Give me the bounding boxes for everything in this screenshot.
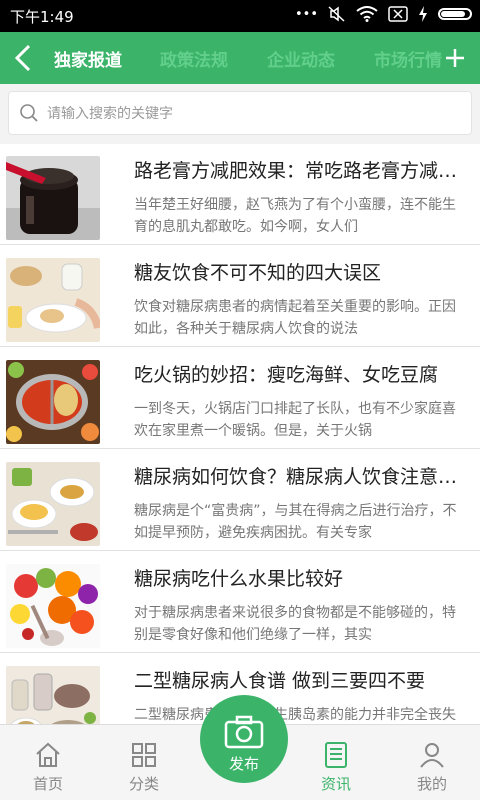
tab-home[interactable]: 首页 <box>0 725 96 801</box>
article-title: 二型糖尿病人食谱 做到三要四不要 <box>134 670 426 692</box>
article-title: 吃火锅的妙招：瘦吃海鲜、女吃豆腐 <box>134 364 439 386</box>
more-dots-icon: ••• <box>294 6 318 22</box>
tab-mine[interactable]: 我的 <box>384 725 480 801</box>
plus-icon <box>446 49 464 67</box>
article-item[interactable]: 糖尿病吃什么水果比较好 对于糖尿病患者来说很多的食物都是不能够碰的，特别是零食好… <box>0 552 480 653</box>
tab-news-label: 资讯 <box>320 775 351 793</box>
category-tabs: 独家报道 政策法规 企业动态 市场行情 <box>54 32 446 84</box>
home-icon <box>36 742 60 767</box>
article-thumbnail-breakfast <box>6 258 100 342</box>
search-input[interactable] <box>45 100 459 128</box>
tab-home-label: 首页 <box>32 775 63 793</box>
status-bar: 下午1:49 ••• <box>0 0 480 32</box>
no-sim-icon <box>388 6 408 22</box>
user-icon <box>420 743 444 768</box>
article-thumbnail-fruit <box>6 564 100 648</box>
search-box[interactable] <box>8 91 472 135</box>
grid-icon <box>132 743 156 767</box>
top-nav-bar: 独家报道 政策法规 企业动态 市场行情 <box>0 32 480 84</box>
charging-icon <box>419 6 427 22</box>
article-title: 路老膏方减肥效果：常吃路老膏方减肥效果 <box>134 160 464 182</box>
article-summary: 当年楚王好细腰，赵飞燕为了有个小蛮腰，连不能生育的息肌丸都敢吃。如今啊，女人们 <box>134 197 456 235</box>
article-item[interactable]: 糖尿病如何饮食？糖尿病人饮食注意事项 糖尿病是个“富贵病”，与其在得病之后进行治… <box>0 450 480 551</box>
tab-category[interactable]: 分类 <box>96 725 192 801</box>
article-item[interactable]: 路老膏方减肥效果：常吃路老膏方减肥效果 当年楚王好细腰，赵飞燕为了有个小蛮腰，连… <box>0 144 480 245</box>
tab-exclusive[interactable]: 独家报道 <box>54 46 122 71</box>
article-summary: 一到冬天，火锅店门口排起了长队，也有不少家庭喜欢在家里煮一个暖锅。但是，关于火锅 <box>134 401 456 439</box>
article-title: 糖友饮食不可不知的四大误区 <box>134 262 382 284</box>
article-thumbnail-meal <box>6 462 100 546</box>
article-summary: 对于糖尿病患者来说很多的食物都是不能够碰的，特别是零食好像和他们绝缘了一样，其实 <box>134 605 456 643</box>
camera-icon <box>224 715 264 749</box>
tab-news[interactable]: 资讯 <box>288 725 384 801</box>
publish-label: 发布 <box>228 755 259 773</box>
article-item[interactable]: 糖友饮食不可不知的四大误区 饮食对糖尿病患者的病情起着至关重要的影响。正因如此，… <box>0 246 480 347</box>
article-title: 糖尿病如何饮食？糖尿病人饮食注意事项 <box>134 466 464 488</box>
tab-policy[interactable]: 政策法规 <box>160 46 228 71</box>
add-tab-button[interactable] <box>440 42 470 74</box>
article-thumbnail-jar <box>6 156 100 240</box>
search-icon <box>20 104 38 122</box>
article-thumbnail-hotpot <box>6 360 100 444</box>
article-summary: 二型糖尿病患者体内产生胰岛素的能力并非完全丧失 <box>134 707 456 723</box>
status-icons: ••• <box>295 6 472 22</box>
publish-button[interactable]: 发布 <box>200 695 288 783</box>
wifi-icon <box>356 6 378 22</box>
tab-mine-label: 我的 <box>416 775 447 793</box>
article-summary: 糖尿病是个“富贵病”，与其在得病之后进行治疗，不如提早预防，避免疾病困扰。有关专… <box>134 503 457 541</box>
tab-market[interactable]: 市场行情 <box>374 46 442 71</box>
news-icon <box>325 742 347 768</box>
search-area <box>0 84 480 144</box>
mute-icon <box>328 6 345 22</box>
status-time: 下午1:49 <box>10 8 74 26</box>
chevron-left-icon <box>14 44 31 72</box>
battery-icon <box>438 8 472 20</box>
article-item[interactable]: 吃火锅的妙招：瘦吃海鲜、女吃豆腐 一到冬天，火锅店门口排起了长队，也有不少家庭喜… <box>0 348 480 449</box>
article-list: 路老膏方减肥效果：常吃路老膏方减肥效果 当年楚王好细腰，赵飞燕为了有个小蛮腰，连… <box>0 144 480 724</box>
tab-company-news[interactable]: 企业动态 <box>267 46 335 71</box>
article-thumbnail-diet <box>6 666 100 724</box>
article-title: 糖尿病吃什么水果比较好 <box>134 568 344 590</box>
back-button[interactable] <box>6 40 40 76</box>
tab-category-label: 分类 <box>128 775 159 793</box>
article-summary: 饮食对糖尿病患者的病情起着至关重要的影响。正因如此，各种关于糖尿病人饮食的说法 <box>134 299 456 337</box>
